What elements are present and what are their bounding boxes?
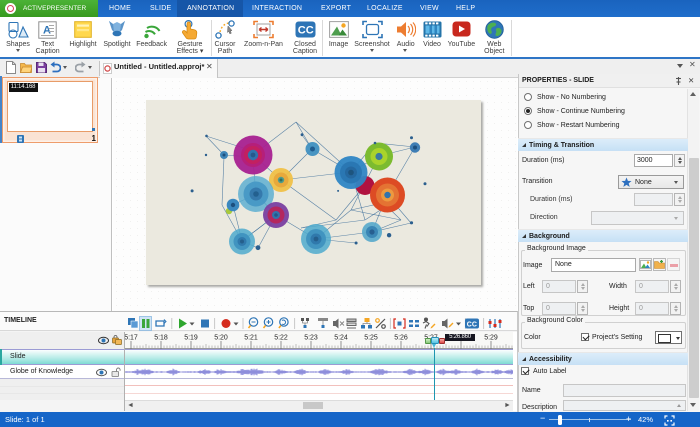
svg-text:5:26: 5:26 (394, 335, 408, 342)
svg-text:5:21: 5:21 (244, 335, 258, 342)
svg-text:5:18: 5:18 (154, 335, 168, 342)
svg-text:5:25: 5:25 (364, 335, 378, 342)
svg-text:5:29: 5:29 (484, 335, 498, 342)
svg-text:A: A (43, 25, 51, 37)
svg-text:5:20: 5:20 (214, 335, 228, 342)
svg-text:CC: CC (467, 321, 477, 328)
svg-text:5:17: 5:17 (125, 335, 138, 342)
svg-text:CC: CC (298, 25, 314, 37)
svg-text:5:24: 5:24 (334, 335, 348, 342)
svg-text:5:22: 5:22 (274, 335, 288, 342)
svg-text:5:19: 5:19 (184, 335, 198, 342)
svg-text:5:23: 5:23 (304, 335, 318, 342)
